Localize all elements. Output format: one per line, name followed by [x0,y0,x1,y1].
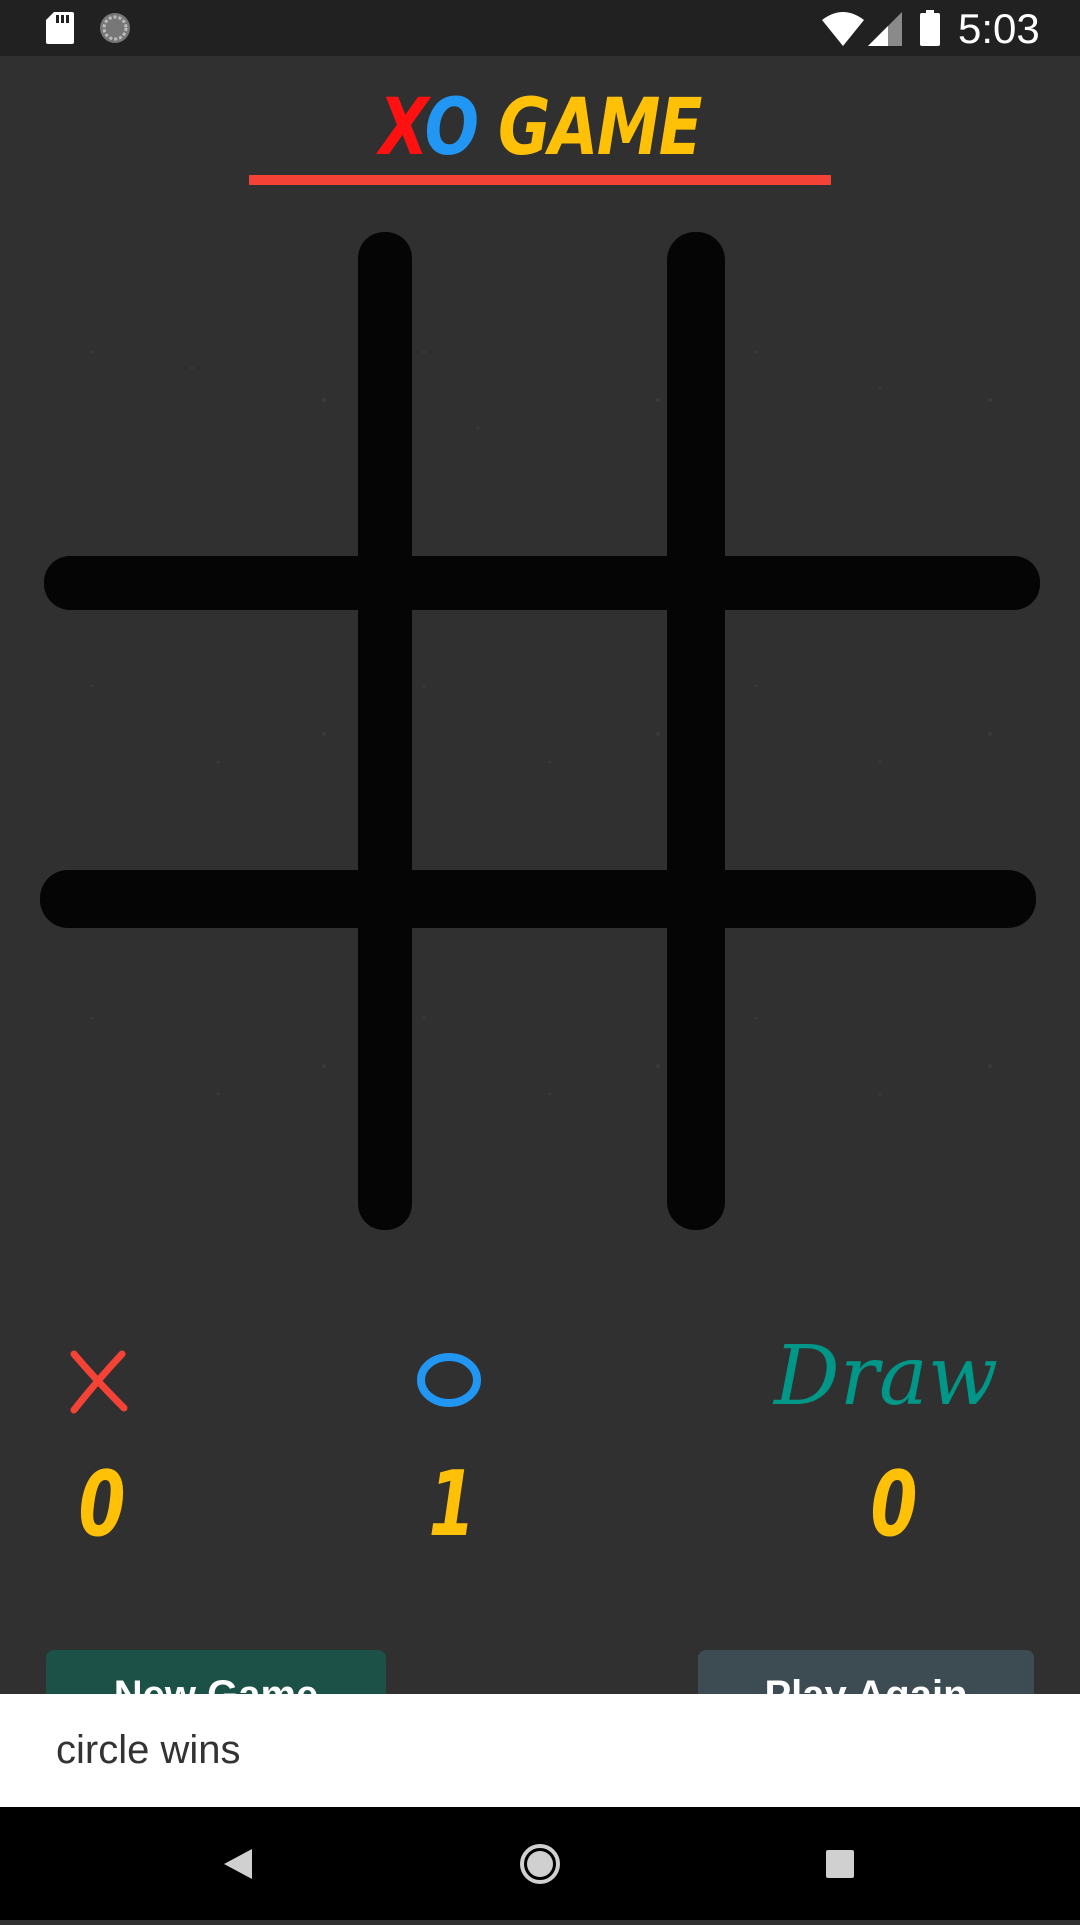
snackbar: circle wins [0,1694,1080,1807]
score-value-draw: 0 [870,1452,918,1557]
cell-signal-icon [868,12,902,46]
board-cell-1[interactable] [38,228,358,556]
score-value-o: 1 [428,1452,476,1557]
home-icon[interactable] [480,1807,600,1920]
back-icon[interactable] [178,1807,298,1920]
title-o: O [424,83,479,173]
title-game: GAME [477,83,702,173]
board-cell-3[interactable] [725,228,1042,556]
status-clock: 5:03 [958,5,1040,52]
board-cell-8[interactable] [412,928,667,1234]
sync-icon [98,11,132,45]
board-cell-7[interactable] [38,928,358,1234]
status-bar: 5:03 [0,0,1080,56]
title-x: X [379,83,426,173]
battery-icon [920,10,940,46]
board-cell-9[interactable] [725,928,1042,1234]
score-label-x [70,1350,128,1414]
recents-icon[interactable] [780,1807,900,1920]
svg-text:Draw: Draw [772,1332,998,1416]
wifi-icon [822,12,864,46]
board-cell-2[interactable] [412,228,667,556]
title-underline [249,175,831,185]
board-cell-4[interactable] [38,610,358,870]
score-label-draw: Draw [772,1332,998,1416]
score-label-o [417,1353,481,1407]
game-board [38,228,1042,1234]
board-cell-5[interactable] [412,610,667,870]
score-value-x: 0 [78,1452,126,1557]
snackbar-message: circle wins [56,1728,241,1772]
app-title: XO GAME [97,78,983,178]
navigation-bar [0,1807,1080,1920]
sd-card-icon [46,12,74,44]
board-cell-6[interactable] [725,610,1042,870]
